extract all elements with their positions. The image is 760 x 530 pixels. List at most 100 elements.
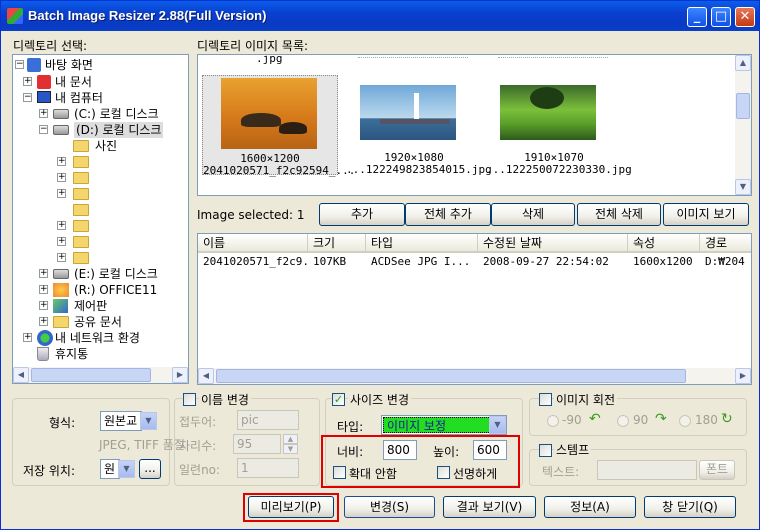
- tree-item-folder[interactable]: +: [57, 234, 97, 250]
- expand-icon[interactable]: +: [39, 285, 48, 294]
- scroll-right-icon[interactable]: ▶: [172, 367, 188, 383]
- expand-icon[interactable]: +: [57, 157, 66, 166]
- folder-icon: [73, 140, 89, 152]
- expand-icon[interactable]: +: [23, 77, 32, 86]
- add-all-button[interactable]: 전체 추가: [405, 203, 491, 226]
- scroll-up-icon[interactable]: ▲: [735, 55, 751, 71]
- expand-icon[interactable]: +: [57, 189, 66, 198]
- collapse-icon[interactable]: −: [23, 93, 32, 102]
- collapse-icon[interactable]: −: [39, 125, 48, 134]
- expand-icon[interactable]: +: [39, 109, 48, 118]
- table-scrollbar[interactable]: ◀ ▶: [198, 368, 751, 384]
- rotate-radio-minus90[interactable]: [547, 415, 559, 427]
- resize-checkbox[interactable]: ✓: [332, 393, 345, 406]
- serial-input[interactable]: 1: [237, 458, 299, 478]
- jpeg-quality-note: JPEG, TIFF 품질: [99, 438, 185, 452]
- preview-highlight: [243, 493, 339, 522]
- prefix-input[interactable]: pic: [237, 410, 299, 430]
- convert-button[interactable]: 변경(S): [344, 496, 435, 518]
- directory-tree[interactable]: − 바탕 화면 + 내 문서 − 내 컴퓨터 + (C:) 로컬 디스크 − (…: [12, 54, 189, 384]
- format-select-value[interactable]: 원본교: [100, 411, 142, 431]
- collapse-icon[interactable]: −: [15, 60, 24, 69]
- scroll-right-icon[interactable]: ▶: [735, 368, 751, 384]
- tree-item-folder[interactable]: +: [57, 170, 97, 186]
- close-button[interactable]: ✕: [735, 7, 755, 27]
- info-button[interactable]: 정보(A): [544, 496, 636, 518]
- resize-highlight: [321, 435, 520, 488]
- remove-all-button[interactable]: 전체 삭제: [577, 203, 661, 226]
- rotate-title: 이미지 회전: [554, 391, 618, 408]
- chevron-down-icon[interactable]: ▼: [140, 412, 157, 430]
- app-icon: [7, 8, 23, 24]
- tree-item-label: 내 네트워크 환경: [55, 331, 140, 345]
- tree-item-folder[interactable]: +: [57, 218, 97, 234]
- folder-icon: [73, 220, 89, 232]
- serial-label: 일련no:: [179, 463, 221, 477]
- thumbnail-item[interactable]: 1600×1200 2041020571_f2c92594_...: [202, 75, 355, 177]
- expand-icon[interactable]: +: [57, 173, 66, 182]
- thumbnail-scrollbar[interactable]: ▲ ▼: [735, 55, 751, 195]
- expand-icon[interactable]: +: [57, 237, 66, 246]
- rotate-radio-180[interactable]: [679, 415, 691, 427]
- scroll-down-icon[interactable]: ▼: [735, 179, 751, 195]
- rename-checkbox[interactable]: [183, 393, 196, 406]
- column-header-path[interactable]: 경로: [700, 234, 751, 253]
- cell-name: 2041020571_f2c9...: [203, 255, 308, 268]
- chevron-down-icon[interactable]: ▼: [118, 460, 135, 478]
- digits-input[interactable]: 95: [233, 434, 281, 454]
- chevron-down-icon[interactable]: ▼: [489, 416, 506, 434]
- expand-icon[interactable]: +: [39, 269, 48, 278]
- scroll-left-icon[interactable]: ◀: [13, 367, 29, 383]
- tree-scrollbar[interactable]: ◀ ▶: [13, 367, 188, 383]
- expand-icon[interactable]: +: [39, 301, 48, 310]
- expand-icon[interactable]: +: [39, 317, 48, 326]
- rotate-checkbox[interactable]: [539, 393, 552, 406]
- column-header-type[interactable]: 타입: [366, 234, 478, 253]
- title-bar[interactable]: Batch Image Resizer 2.88(Full Version) _…: [1, 1, 759, 31]
- expand-icon[interactable]: +: [23, 333, 32, 342]
- stamp-checkbox[interactable]: [539, 444, 552, 457]
- maximize-button[interactable]: □: [711, 7, 731, 27]
- column-header-name[interactable]: 이름: [198, 234, 308, 253]
- minimize-button[interactable]: _: [687, 7, 707, 27]
- tree-item-folder[interactable]: +: [57, 250, 97, 266]
- image-selected-count: Image selected: 1: [197, 208, 305, 222]
- add-button[interactable]: 추가: [319, 203, 405, 226]
- column-header-attributes[interactable]: 속성: [628, 234, 700, 253]
- column-header-size[interactable]: 크기: [308, 234, 366, 253]
- resize-title: 사이즈 변경: [348, 391, 412, 408]
- spin-up-icon[interactable]: ▲: [283, 434, 298, 444]
- documents-icon: [37, 75, 51, 89]
- view-image-button[interactable]: 이미지 보기: [663, 203, 749, 226]
- font-button[interactable]: 폰트: [699, 460, 735, 480]
- save-location-value[interactable]: 원: [100, 459, 120, 479]
- drive-icon: [53, 269, 69, 279]
- expand-icon[interactable]: +: [57, 253, 66, 262]
- thumbnail-item[interactable]: 1920×1080 ...122249823854015.jpg: [346, 75, 492, 176]
- scroll-thumb[interactable]: [31, 368, 151, 382]
- digits-label: 자리수:: [179, 439, 217, 453]
- scroll-thumb[interactable]: [216, 369, 686, 383]
- tree-item-label: 공유 문서: [74, 315, 122, 329]
- thumbnail-item[interactable]: 1910×1070 ...122250072230330.jpg: [486, 75, 632, 176]
- tree-item-folder[interactable]: [57, 202, 97, 218]
- scroll-thumb[interactable]: [736, 93, 750, 119]
- file-table[interactable]: 이름 크기 타입 수정된 날짜 속성 경로 2041020571_f2c9...…: [197, 233, 752, 385]
- browse-button[interactable]: ...: [139, 459, 161, 479]
- tree-item-folder[interactable]: +: [57, 154, 97, 170]
- tree-item-folder[interactable]: +: [57, 186, 97, 202]
- column-header-modified[interactable]: 수정된 날짜: [478, 234, 628, 253]
- remove-button[interactable]: 삭제: [491, 203, 575, 226]
- thumbnail-panel[interactable]: .jpg 1600×1200 2041020571_f2c92594_... 1…: [197, 54, 752, 196]
- type-label: 타입:: [337, 420, 364, 434]
- scroll-left-icon[interactable]: ◀: [198, 368, 214, 384]
- thumbnail-filename: ...122250072230330.jpg: [486, 163, 632, 176]
- spin-down-icon[interactable]: ▼: [283, 444, 298, 454]
- rotate-radio-90[interactable]: [617, 415, 629, 427]
- view-result-button[interactable]: 결과 보기(V): [443, 496, 536, 518]
- window-title: Batch Image Resizer 2.88(Full Version): [28, 8, 267, 23]
- stamp-text-input[interactable]: [597, 460, 697, 480]
- folder-icon: [73, 236, 89, 248]
- expand-icon[interactable]: +: [57, 221, 66, 230]
- close-window-button[interactable]: 창 닫기(Q): [644, 496, 736, 518]
